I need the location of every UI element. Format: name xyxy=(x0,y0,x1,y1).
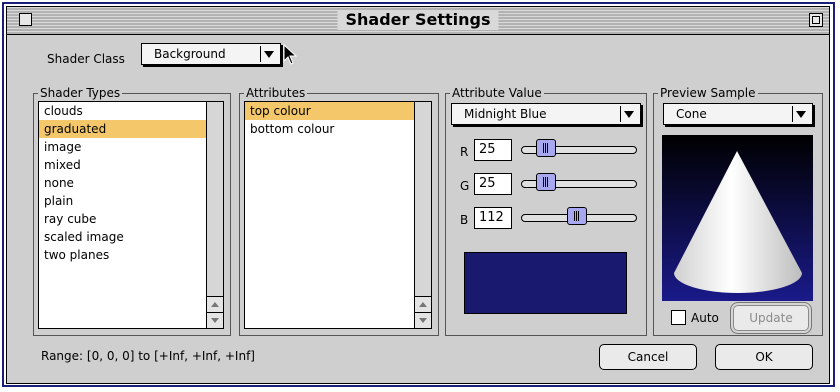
attributes-group: Attributes top colour bottom colour xyxy=(239,85,439,336)
cone-icon xyxy=(662,135,813,301)
range-text: Range: [0, 0, 0] to [+Inf, +Inf, +Inf] xyxy=(41,349,255,363)
chevron-down-icon xyxy=(260,46,277,62)
color-name-popup[interactable]: Midnight Blue xyxy=(451,103,641,125)
attributes-title: Attributes xyxy=(244,85,308,101)
r-field[interactable]: 25 xyxy=(474,139,512,161)
shader-types-group: Shader Types clouds graduated image mixed no… xyxy=(33,85,231,336)
window-title: Shader Settings xyxy=(337,10,499,30)
chevron-down-icon xyxy=(792,106,809,122)
shader-class-label: Shader Class xyxy=(47,52,125,66)
g-slider-thumb[interactable] xyxy=(536,173,557,191)
list-item[interactable]: plain xyxy=(39,192,206,210)
attributes-scrollbar[interactable] xyxy=(414,102,431,328)
close-box-icon[interactable] xyxy=(19,13,32,26)
scroll-down-icon[interactable] xyxy=(207,312,223,328)
b-label: B xyxy=(460,213,469,227)
chevron-down-icon xyxy=(620,106,637,122)
color-swatch xyxy=(464,252,627,314)
r-label: R xyxy=(460,145,469,159)
auto-checkbox[interactable] xyxy=(671,310,686,325)
shader-types-list[interactable]: clouds graduated image mixed none plain ray cu… xyxy=(38,101,224,329)
shader-types-scrollbar[interactable] xyxy=(206,102,223,328)
list-item[interactable]: clouds xyxy=(39,102,206,120)
preview-shape-value: Cone xyxy=(676,107,707,121)
shader-class-value: Background xyxy=(154,47,226,61)
preview-render xyxy=(662,135,813,301)
scroll-down-icon[interactable] xyxy=(415,312,431,328)
auto-label: Auto xyxy=(691,311,719,325)
preview-shape-popup[interactable]: Cone xyxy=(663,103,813,125)
title-bar[interactable]: Shader Settings xyxy=(7,7,829,35)
list-item[interactable]: mixed xyxy=(39,156,206,174)
scroll-up-icon[interactable] xyxy=(415,296,431,312)
list-item[interactable]: top colour xyxy=(245,102,414,120)
list-item[interactable]: none xyxy=(39,174,206,192)
list-item[interactable]: image xyxy=(39,138,206,156)
cancel-button[interactable]: Cancel xyxy=(599,344,697,370)
attribute-value-title: Attribute Value xyxy=(450,85,544,101)
ok-button[interactable]: OK xyxy=(715,344,813,370)
scroll-up-icon[interactable] xyxy=(207,296,223,312)
zoom-box-icon[interactable] xyxy=(809,13,823,27)
list-item[interactable]: bottom colour xyxy=(245,120,414,138)
shader-class-popup[interactable]: Background xyxy=(141,43,281,65)
preview-sample-title: Preview Sample xyxy=(658,85,758,101)
color-name-value: Midnight Blue xyxy=(464,107,547,121)
update-button[interactable]: Update xyxy=(733,305,809,331)
shader-types-title: Shader Types xyxy=(38,85,123,101)
g-label: G xyxy=(460,179,470,193)
list-item[interactable]: graduated xyxy=(39,120,206,138)
b-slider-thumb[interactable] xyxy=(567,207,588,225)
list-item[interactable]: ray cube xyxy=(39,210,206,228)
list-item[interactable]: two planes xyxy=(39,246,206,264)
r-slider-thumb[interactable] xyxy=(536,139,557,157)
b-field[interactable]: 112 xyxy=(474,207,512,229)
list-item[interactable]: scaled image xyxy=(39,228,206,246)
shader-settings-window: Shader Settings Shader Class Background … xyxy=(6,6,830,384)
attributes-list[interactable]: top colour bottom colour xyxy=(244,101,432,329)
mouse-pointer-icon xyxy=(283,44,298,65)
g-field[interactable]: 25 xyxy=(474,173,512,195)
